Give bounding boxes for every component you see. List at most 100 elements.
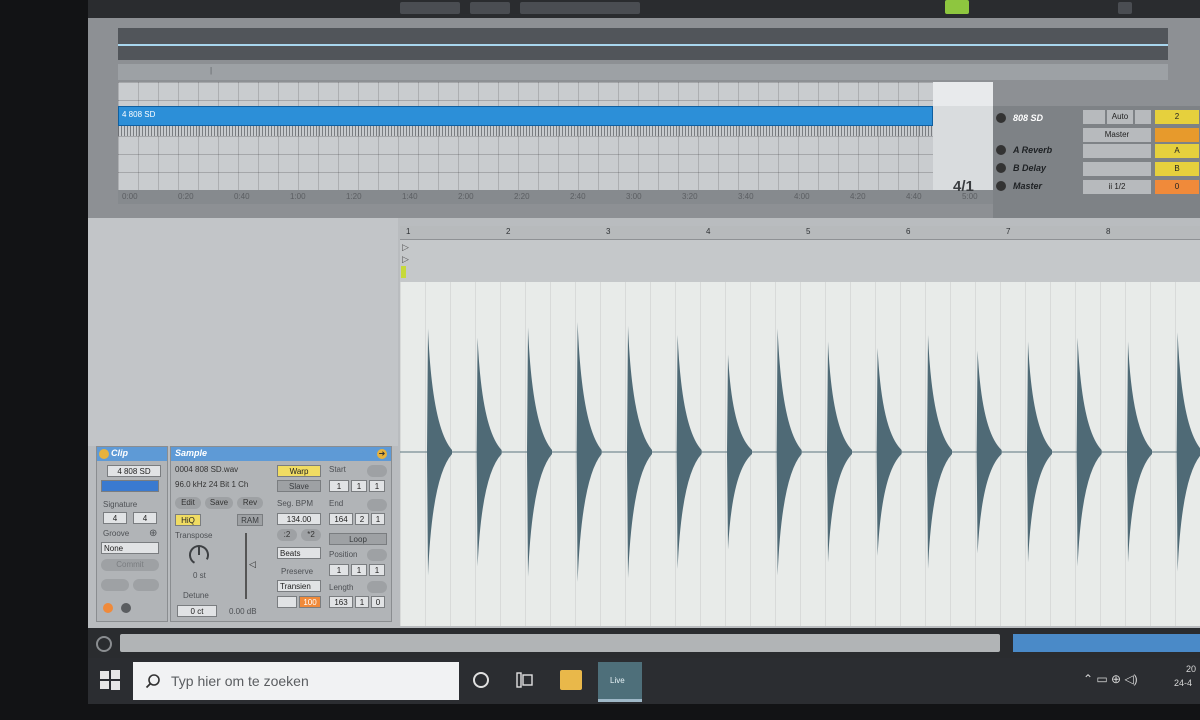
sample-panel: Sample ➜ 0004 808 SD.wav 96.0 kHz 24 Bit… xyxy=(170,446,392,622)
horizontal-scrollbar[interactable] xyxy=(120,634,1000,652)
search-icon xyxy=(145,674,160,689)
position-beat-field[interactable]: 1 xyxy=(351,564,367,576)
sample-editor[interactable]: 1 2 3 4 5 6 7 8 ▷ ▷ xyxy=(400,226,1200,626)
length-beat-field[interactable]: 1 xyxy=(355,596,369,608)
signature-numerator[interactable]: 4 xyxy=(103,512,127,524)
preserve-select[interactable]: Transien xyxy=(277,580,321,592)
output-select[interactable]: Master xyxy=(1083,128,1151,142)
reverse-button[interactable]: Rev xyxy=(237,497,263,509)
loop-start-marker-icon[interactable]: ▷ xyxy=(402,254,409,265)
length-sixteenth-field[interactable]: 0 xyxy=(371,596,385,608)
quantize-select[interactable]: ii 1/2 xyxy=(1083,180,1151,194)
track-a-reverb[interactable]: A Reverb xyxy=(993,142,1080,158)
ram-button[interactable]: RAM xyxy=(237,514,263,526)
clock-date[interactable]: 24-4 xyxy=(1174,678,1192,688)
beat-time-ruler[interactable]: 1 2 3 4 5 6 7 8 xyxy=(400,226,1200,240)
gain-slider-track[interactable] xyxy=(245,533,247,599)
end-set-button[interactable] xyxy=(367,499,387,511)
auto-button[interactable]: Auto xyxy=(1107,110,1133,124)
clip-label: 4 808 SD xyxy=(122,110,156,119)
cortana-icon[interactable] xyxy=(473,672,489,688)
beat-ruler[interactable]: | xyxy=(118,64,1168,80)
end-beat-field[interactable]: 2 xyxy=(355,513,369,525)
time-ruler[interactable]: 0:00 0:20 0:40 1:00 1:20 1:40 2:00 2:20 2:40 3:00… xyxy=(118,190,1018,204)
length-bar-field[interactable]: 163 xyxy=(329,596,353,608)
warp-marker-strip[interactable]: ▷ ▷ xyxy=(400,240,1200,282)
start-bar-field[interactable]: 1 xyxy=(329,480,349,492)
start-set-button[interactable] xyxy=(367,465,387,477)
commit-button[interactable]: Commit xyxy=(101,559,159,571)
seg-bpm-field[interactable]: 134.00 xyxy=(277,513,321,525)
tempo-field[interactable] xyxy=(400,2,460,14)
transpose-knob-icon[interactable] xyxy=(187,543,211,567)
position-sixteenth-field[interactable]: 1 xyxy=(369,564,385,576)
track-activator-icon[interactable] xyxy=(996,113,1006,123)
transport-controls[interactable] xyxy=(520,2,640,14)
gain-slider-handle-icon[interactable]: ◁ xyxy=(249,559,256,570)
position-set-button[interactable] xyxy=(367,549,387,561)
gain-value: 0.00 dB xyxy=(229,607,257,616)
taskbar-search-box[interactable]: Typ hier om te zoeken xyxy=(133,662,459,700)
loop-mode-select[interactable] xyxy=(277,596,297,608)
preview-play-icon[interactable] xyxy=(96,636,112,652)
hiq-button[interactable]: HiQ xyxy=(175,514,201,526)
start-marker-icon[interactable]: ▷ xyxy=(402,242,409,253)
ableton-live-taskbar-button[interactable]: Live xyxy=(598,662,642,702)
task-view-icon[interactable] xyxy=(516,672,534,688)
clock-time[interactable]: 20 xyxy=(1186,664,1196,674)
off-button[interactable] xyxy=(1135,110,1151,124)
arrangement-clip[interactable]: 4 808 SD xyxy=(118,106,933,126)
end-bar-field[interactable]: 164 xyxy=(329,513,353,525)
start-sixteenth-field[interactable]: 1 xyxy=(369,480,385,492)
clip-activator-icon[interactable] xyxy=(99,449,109,459)
track-activator-icon[interactable] xyxy=(996,163,1006,173)
track-name: 808 SD xyxy=(1013,113,1044,123)
position-marker-icon[interactable] xyxy=(401,266,406,278)
waveform-display[interactable] xyxy=(400,282,1200,626)
signature-denominator[interactable]: 4 xyxy=(133,512,157,524)
warp-button[interactable]: Warp xyxy=(277,465,321,477)
detune-field[interactable]: 0 ct xyxy=(177,605,217,617)
panel-arrow-icon[interactable]: ➜ xyxy=(377,449,387,459)
end-sixteenth-field[interactable]: 1 xyxy=(371,513,385,525)
clip-name-field[interactable]: 4 808 SD xyxy=(107,465,161,477)
send-a-field[interactable] xyxy=(1083,144,1151,158)
launch-mode-button[interactable] xyxy=(101,579,129,591)
windows-start-icon[interactable] xyxy=(98,668,122,692)
track-number-1: 2 xyxy=(1155,110,1199,124)
save-button[interactable]: Save xyxy=(205,497,233,509)
double-tempo-button[interactable]: *2 xyxy=(301,529,321,541)
send-b-field[interactable] xyxy=(1083,162,1151,176)
track-b-delay[interactable]: B Delay xyxy=(993,160,1080,176)
clip-record-icon[interactable] xyxy=(103,603,113,613)
position-bar-field[interactable]: 1 xyxy=(329,564,349,576)
monitor-in-button[interactable] xyxy=(1083,110,1105,124)
envelope-field[interactable]: 100 xyxy=(299,596,321,608)
length-set-button[interactable] xyxy=(367,581,387,593)
clip-color-select[interactable] xyxy=(101,480,159,492)
loop-button[interactable]: Loop xyxy=(329,533,387,545)
slave-button[interactable]: Slave xyxy=(277,480,321,492)
track-master[interactable]: Master xyxy=(993,178,1080,194)
clip-stop-icon[interactable] xyxy=(121,603,131,613)
clip-overview-strip[interactable] xyxy=(1013,634,1200,652)
detail-drop-area[interactable] xyxy=(88,218,398,446)
track-activator-icon[interactable] xyxy=(996,145,1006,155)
track-activator-icon[interactable] xyxy=(996,181,1006,191)
overdub-button[interactable] xyxy=(1118,2,1132,14)
return-b-indicator: B xyxy=(1155,162,1199,176)
loop-switch-icon[interactable] xyxy=(945,0,969,14)
track-808-sd[interactable]: 808 SD xyxy=(993,110,1080,126)
warp-mode-select[interactable]: Beats xyxy=(277,547,321,559)
edit-button[interactable]: Edit xyxy=(175,497,201,509)
metronome-button[interactable] xyxy=(470,2,510,14)
file-explorer-icon[interactable] xyxy=(560,670,582,690)
arrangement-grid[interactable] xyxy=(118,82,933,190)
start-beat-field[interactable]: 1 xyxy=(351,480,367,492)
half-tempo-button[interactable]: :2 xyxy=(277,529,297,541)
groove-select[interactable]: None xyxy=(101,542,159,554)
legato-button[interactable] xyxy=(133,579,159,591)
groove-hot-swap-icon[interactable]: ⊕ xyxy=(149,528,157,539)
system-tray-icons[interactable]: ⌃ ▭ ⊕ ◁) xyxy=(1083,672,1138,686)
bar-number: 8 xyxy=(1106,227,1111,236)
